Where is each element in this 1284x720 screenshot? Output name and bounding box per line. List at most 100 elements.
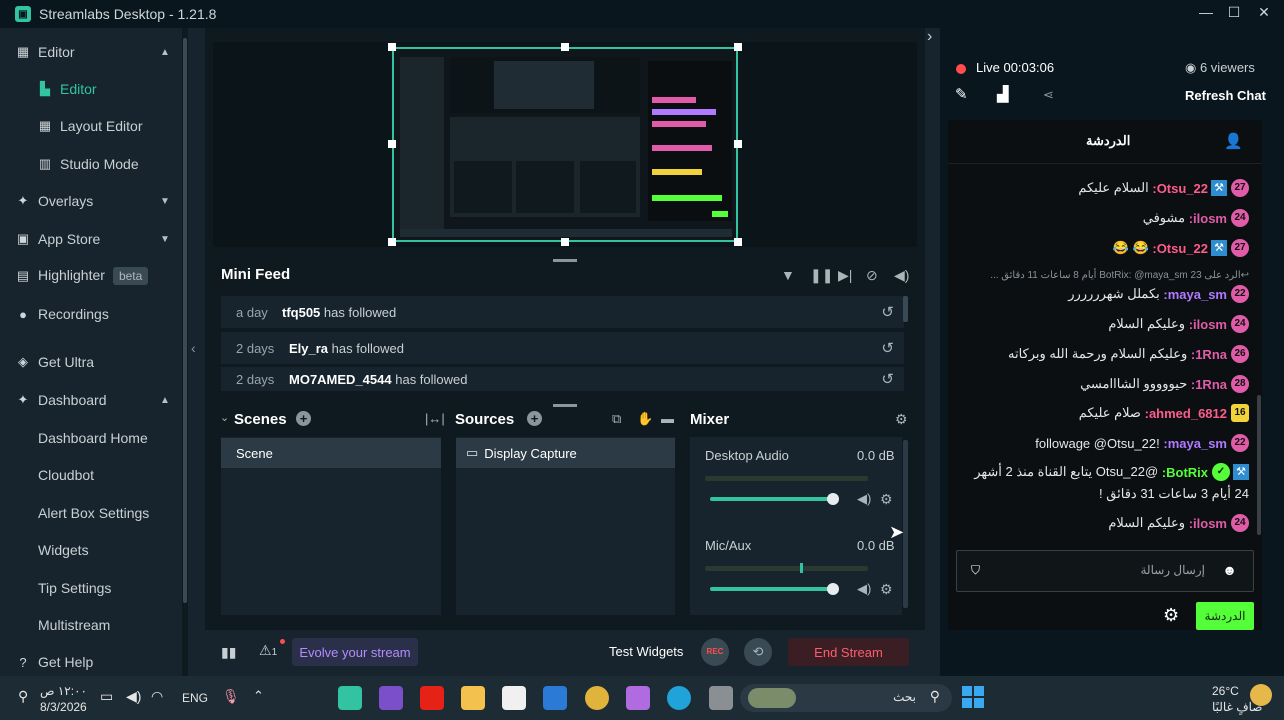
display-capture-preview[interactable] (392, 47, 738, 242)
language-indicator[interactable]: ENG (182, 691, 208, 705)
warning-icon[interactable]: ⚠1 (259, 642, 277, 659)
youtube-taskbar-icon[interactable] (420, 686, 444, 710)
microphone-icon[interactable]: 🎙 (222, 688, 240, 705)
windows-start-icon[interactable] (962, 686, 984, 708)
chat-username[interactable]: 1Rna (1195, 347, 1227, 362)
feed-user[interactable]: tfq505 (282, 305, 320, 320)
edge-icon[interactable] (667, 686, 691, 710)
file-explorer-icon[interactable] (461, 686, 485, 710)
sidebar-item-widgets[interactable]: Widgets (0, 535, 182, 565)
sidebar-item-multistream[interactable]: Multistream (0, 610, 182, 640)
taskbar-search[interactable]: بحث ⚲ (740, 684, 952, 712)
volume-icon[interactable]: ◀) (894, 267, 909, 284)
resize-handle[interactable] (734, 43, 742, 51)
feed-user[interactable]: Ely_ra (289, 341, 328, 356)
sidebar-item-layout-editor[interactable]: ▦ Layout Editor (0, 111, 182, 141)
repeat-alert-icon[interactable]: ↺ (881, 370, 894, 388)
sidebar-item-highlighter[interactable]: ▤ Highlighter beta (0, 261, 182, 291)
replay-buffer-icon[interactable]: ⟲ (744, 638, 772, 666)
chat-username[interactable]: ahmed_6812 (1149, 406, 1227, 421)
minimize-button[interactable]: — (1196, 4, 1216, 20)
skip-icon[interactable]: ▶| (838, 267, 852, 284)
source-item[interactable]: ▭ Display Capture (456, 438, 675, 468)
app-window-icon[interactable] (709, 686, 733, 710)
resize-handle[interactable] (734, 140, 742, 148)
edit-stream-icon[interactable]: ✎ (955, 85, 968, 103)
repeat-alert-icon[interactable]: ↺ (881, 339, 894, 357)
chat-tab[interactable]: الدردشة (1086, 133, 1130, 149)
volume-slider-knob[interactable] (827, 493, 839, 505)
record-button[interactable]: REC (701, 638, 729, 666)
chat-username[interactable]: maya_sm (1168, 436, 1227, 451)
app-taskbar-icon[interactable] (379, 686, 403, 710)
add-source-icon[interactable]: + (527, 411, 542, 426)
notepad-icon[interactable] (502, 686, 526, 710)
users-icon[interactable]: 👤 (1224, 132, 1243, 150)
volume-slider[interactable] (710, 497, 832, 501)
test-widgets-button[interactable]: Test Widgets (609, 644, 683, 659)
tray-chevron-icon[interactable]: ⌃ (253, 688, 264, 704)
sidebar-item-alert-box-settings[interactable]: Alert Box Settings (0, 498, 182, 528)
share-icon[interactable]: ⋖ (1043, 87, 1054, 103)
speaker-icon[interactable]: ◀) (857, 491, 871, 507)
stream-info-icon[interactable]: ▟ (997, 85, 1009, 103)
sidebar-item-recordings[interactable]: ● Recordings (0, 299, 182, 329)
sidebar-item-overlays[interactable]: ✦ Overlays ▼ (0, 186, 182, 216)
mixer-settings-gear-icon[interactable]: ⚙ (895, 411, 908, 428)
sidebar-item-get-ultra[interactable]: ◈ Get Ultra (0, 347, 182, 377)
chat-username[interactable]: ilosm (1193, 516, 1227, 531)
resize-handle[interactable] (388, 140, 396, 148)
refresh-chat-button[interactable]: Refresh Chat (1185, 88, 1266, 103)
sidebar-item-editor[interactable]: ▦ Editor ▲ (0, 37, 182, 67)
mute-alerts-icon[interactable]: ⊘ (866, 267, 878, 284)
gear-icon[interactable]: ⚙ (880, 581, 893, 598)
feed-user[interactable]: MO7AMED_4544 (289, 372, 392, 387)
sidebar-item-dashboard-home[interactable]: Dashboard Home (0, 423, 182, 453)
performance-bars-icon[interactable]: ▮▮ (221, 644, 236, 661)
drag-divider[interactable] (553, 259, 577, 262)
weather-icon[interactable] (1250, 684, 1272, 706)
outlook-icon[interactable] (543, 686, 567, 710)
resize-handle[interactable] (734, 238, 742, 246)
battery-icon[interactable]: ▭ (100, 688, 113, 705)
source-interact-icon[interactable]: ✋ (637, 411, 653, 427)
shield-icon[interactable]: ⛉ (971, 563, 980, 578)
resize-handle[interactable] (388, 43, 396, 51)
pause-icon[interactable]: ❚❚ (810, 267, 833, 284)
sidebar-item-editor-sub[interactable]: ▙ Editor (0, 74, 182, 104)
sidebar-item-tip-settings[interactable]: Tip Settings (0, 573, 182, 603)
notifications-icon[interactable]: ⚲ (18, 688, 28, 705)
sidebar-item-get-help[interactable]: ? Get Help (0, 647, 182, 677)
volume-tray-icon[interactable]: ◀) (126, 688, 141, 705)
feed-scrollbar[interactable] (903, 296, 908, 322)
collapse-chevron-icon[interactable]: ⌄ (220, 411, 229, 424)
evolve-stream-button[interactable]: Evolve your stream (292, 638, 418, 666)
repeat-alert-icon[interactable]: ↺ (881, 303, 894, 321)
emoji-icon[interactable]: ☻ (1222, 562, 1237, 578)
resize-handle[interactable] (561, 43, 569, 51)
collapse-sidebar-icon[interactable]: ‹ (191, 340, 196, 356)
sidebar-item-app-store[interactable]: ▣ App Store ▼ (0, 224, 182, 254)
volume-slider[interactable] (710, 587, 832, 591)
chat-username[interactable]: ilosm (1193, 211, 1227, 226)
resize-handle[interactable] (561, 238, 569, 246)
gear-icon[interactable]: ⚙ (880, 491, 893, 508)
maximize-button[interactable]: ☐ (1224, 4, 1244, 21)
scene-item[interactable]: Scene (221, 438, 441, 468)
chat-username[interactable]: BotRix (1166, 465, 1208, 480)
sidebar-item-dashboard[interactable]: ✦ Dashboard ▲ (0, 385, 182, 415)
scrollbar-thumb[interactable] (183, 38, 187, 603)
chat-username[interactable]: Otsu_22 (1157, 241, 1208, 256)
volume-slider-knob[interactable] (827, 583, 839, 595)
sidebar-item-cloudbot[interactable]: Cloudbot (0, 460, 182, 490)
sidebar-scrollbar[interactable] (182, 28, 188, 678)
close-button[interactable]: ✕ (1254, 4, 1274, 21)
streamlabs-taskbar-icon[interactable] (338, 686, 362, 710)
folder-icon[interactable]: ▬ (661, 411, 674, 426)
add-scene-icon[interactable]: + (296, 411, 311, 426)
chrome-icon[interactable] (585, 686, 609, 710)
chat-settings-gear-icon[interactable]: ⚙ (1163, 605, 1179, 626)
sidebar-item-studio-mode[interactable]: ▥ Studio Mode (0, 149, 182, 179)
chat-send-button[interactable]: الدردشة (1196, 602, 1254, 630)
chat-username[interactable]: 1Rna (1195, 377, 1227, 392)
